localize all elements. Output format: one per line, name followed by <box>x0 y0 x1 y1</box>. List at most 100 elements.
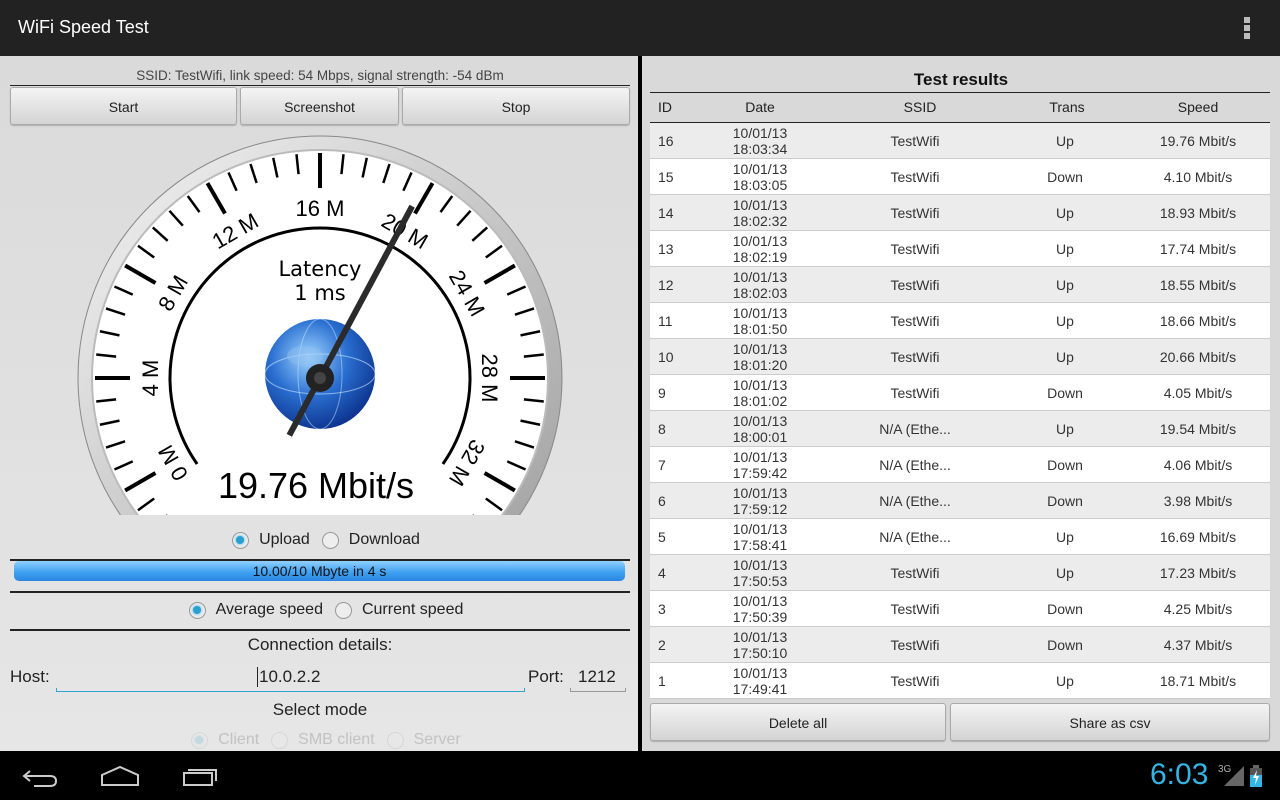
results-row[interactable]: 12 10/01/13 18:02:03 TestWifi Up 18.55 Mb… <box>650 267 1270 303</box>
results-row[interactable]: 1 10/01/13 17:49:41 TestWifi Up 18.71 Mbi… <box>650 663 1270 699</box>
cell-ssid: TestWifi <box>890 673 940 689</box>
cell-id: 1 <box>658 673 666 689</box>
cell-date-time: 18:00:01 <box>732 429 788 445</box>
cell-ssid: TestWifi <box>890 169 940 185</box>
cell-date: 10/01/13 17:58:41 <box>710 521 810 553</box>
cell-speed: 19.54 Mbit/s <box>1159 421 1237 437</box>
cell-date-time: 17:50:39 <box>732 609 788 625</box>
cell-date: 10/01/13 17:59:42 <box>710 449 810 481</box>
cell-trans: Up <box>1056 277 1074 293</box>
cell-speed: 4.25 Mbit/s <box>1163 601 1233 617</box>
client-label: Client <box>218 731 260 748</box>
results-row[interactable]: 4 10/01/13 17:50:53 TestWifi Up 17.23 Mbi… <box>650 555 1270 591</box>
host-label: Host: <box>10 667 50 686</box>
cell-date: 10/01/13 18:01:02 <box>710 377 810 409</box>
cell-id: 12 <box>658 277 674 293</box>
upload-label: Upload <box>259 531 310 548</box>
host-input-underline <box>56 688 525 692</box>
cell-id: 3 <box>658 601 666 617</box>
home-icon[interactable] <box>100 765 140 787</box>
cell-id: 13 <box>658 241 674 257</box>
cell-date: 10/01/13 18:03:05 <box>710 161 810 193</box>
cell-date-time: 18:01:20 <box>732 357 788 373</box>
cell-speed: 18.66 Mbit/s <box>1159 313 1237 329</box>
download-radio[interactable] <box>321 531 339 549</box>
results-row[interactable]: 10 10/01/13 18:01:20 TestWifi Up 20.66 Mb… <box>650 339 1270 375</box>
cell-speed: 4.10 Mbit/s <box>1163 169 1233 185</box>
cell-speed: 19.76 Mbit/s <box>1159 133 1237 149</box>
cell-date: 10/01/13 18:01:20 <box>710 341 810 373</box>
results-row[interactable]: 7 10/01/13 17:59:42 N/A (Ethe... Down 4.0… <box>650 447 1270 483</box>
results-row[interactable]: 15 10/01/13 18:03:05 TestWifi Down 4.10 M… <box>650 159 1270 195</box>
test-results-panel: Test results ID Date SSID Trans Speed 16… <box>642 56 1280 751</box>
current-speed-radio[interactable] <box>334 601 352 619</box>
cell-id: 7 <box>658 457 666 473</box>
port-label: Port: <box>528 667 564 686</box>
cell-date-time: 18:02:32 <box>732 213 788 229</box>
cell-date: 10/01/13 18:00:01 <box>710 413 810 445</box>
delete-all-button[interactable]: Delete all <box>650 703 946 741</box>
server-radio[interactable] <box>386 731 404 749</box>
cell-date-time: 18:03:34 <box>732 141 788 157</box>
results-row[interactable]: 9 10/01/13 18:01:02 TestWifi Down 4.05 Mb… <box>650 375 1270 411</box>
cell-speed: 18.55 Mbit/s <box>1159 277 1237 293</box>
cell-ssid: TestWifi <box>890 385 940 401</box>
results-row[interactable]: 14 10/01/13 18:02:32 TestWifi Up 18.93 Mb… <box>650 195 1270 231</box>
smb-client-radio[interactable] <box>271 731 289 749</box>
recent-apps-icon[interactable] <box>182 765 220 787</box>
cell-trans: Up <box>1056 529 1074 545</box>
cell-speed: 4.37 Mbit/s <box>1163 637 1233 653</box>
gauge-tick-label: 16 M <box>296 196 345 221</box>
gauge-tick-label: 4 M <box>138 360 163 397</box>
cell-id: 16 <box>658 133 674 149</box>
cell-date: 10/01/13 17:59:12 <box>710 485 810 517</box>
cell-date: 10/01/13 18:02:32 <box>710 197 810 229</box>
results-row[interactable]: 5 10/01/13 17:58:41 N/A (Ethe... Up 16.69… <box>650 519 1270 555</box>
header-trans: Trans <box>1049 99 1085 115</box>
port-input[interactable]: 1212 <box>578 667 616 687</box>
download-label: Download <box>348 531 420 548</box>
speed-mode-radio-group: Average speed Current speed <box>0 601 638 619</box>
cell-id: 14 <box>658 205 674 221</box>
results-table-header: ID Date SSID Trans Speed <box>650 92 1270 123</box>
results-row[interactable]: 6 10/01/13 17:59:12 N/A (Ethe... Down 3.9… <box>650 483 1270 519</box>
latency-label: Latency <box>278 257 361 281</box>
cell-ssid: TestWifi <box>890 133 940 149</box>
cell-trans: Up <box>1056 349 1074 365</box>
average-speed-radio[interactable] <box>188 601 206 619</box>
cell-date-day: 10/01/13 <box>732 521 788 537</box>
cell-date-time: 17:50:53 <box>732 573 788 589</box>
results-row[interactable]: 3 10/01/13 17:50:39 TestWifi Down 4.25 Mb… <box>650 591 1270 627</box>
overflow-menu-icon[interactable] <box>1244 17 1252 39</box>
cell-id: 8 <box>658 421 666 437</box>
cell-date: 10/01/13 18:02:19 <box>710 233 810 265</box>
upload-radio[interactable] <box>232 531 250 549</box>
cell-date-time: 18:02:03 <box>732 285 788 301</box>
host-input[interactable]: 10.0.2.2 <box>257 667 320 687</box>
cell-speed: 18.71 Mbit/s <box>1159 673 1237 689</box>
speed-gauge: 0 M4 M8 M12 M 16 M 20 M24 M28 M32 M Latenc… <box>77 135 563 515</box>
cell-date: 10/01/13 17:50:10 <box>710 629 810 661</box>
minor-tick <box>165 514 168 515</box>
smb-client-label: SMB client <box>298 731 375 748</box>
cell-date-day: 10/01/13 <box>732 269 788 285</box>
back-icon[interactable] <box>22 766 58 788</box>
results-row[interactable]: 16 10/01/13 18:03:34 TestWifi Up 19.76 Mb… <box>650 123 1270 159</box>
cell-ssid: TestWifi <box>890 241 940 257</box>
cell-date-time: 18:03:05 <box>732 177 788 193</box>
cell-speed: 17.74 Mbit/s <box>1159 241 1237 257</box>
port-input-underline <box>570 688 626 692</box>
cell-speed: 20.66 Mbit/s <box>1159 349 1237 365</box>
results-row[interactable]: 11 10/01/13 18:01:50 TestWifi Up 18.66 Mb… <box>650 303 1270 339</box>
share-csv-button[interactable]: Share as csv <box>950 703 1270 741</box>
cell-trans: Up <box>1056 205 1074 221</box>
cell-date-day: 10/01/13 <box>732 593 788 609</box>
cell-date-time: 17:49:41 <box>732 681 788 697</box>
cell-date: 10/01/13 18:01:50 <box>710 305 810 337</box>
cell-date: 10/01/13 17:50:53 <box>710 557 810 589</box>
cell-id: 6 <box>658 493 666 509</box>
results-row[interactable]: 13 10/01/13 18:02:19 TestWifi Up 17.74 Mb… <box>650 231 1270 267</box>
client-radio[interactable] <box>191 731 209 749</box>
results-row[interactable]: 8 10/01/13 18:00:01 N/A (Ethe... Up 19.54… <box>650 411 1270 447</box>
results-row[interactable]: 2 10/01/13 17:50:10 TestWifi Down 4.37 Mb… <box>650 627 1270 663</box>
